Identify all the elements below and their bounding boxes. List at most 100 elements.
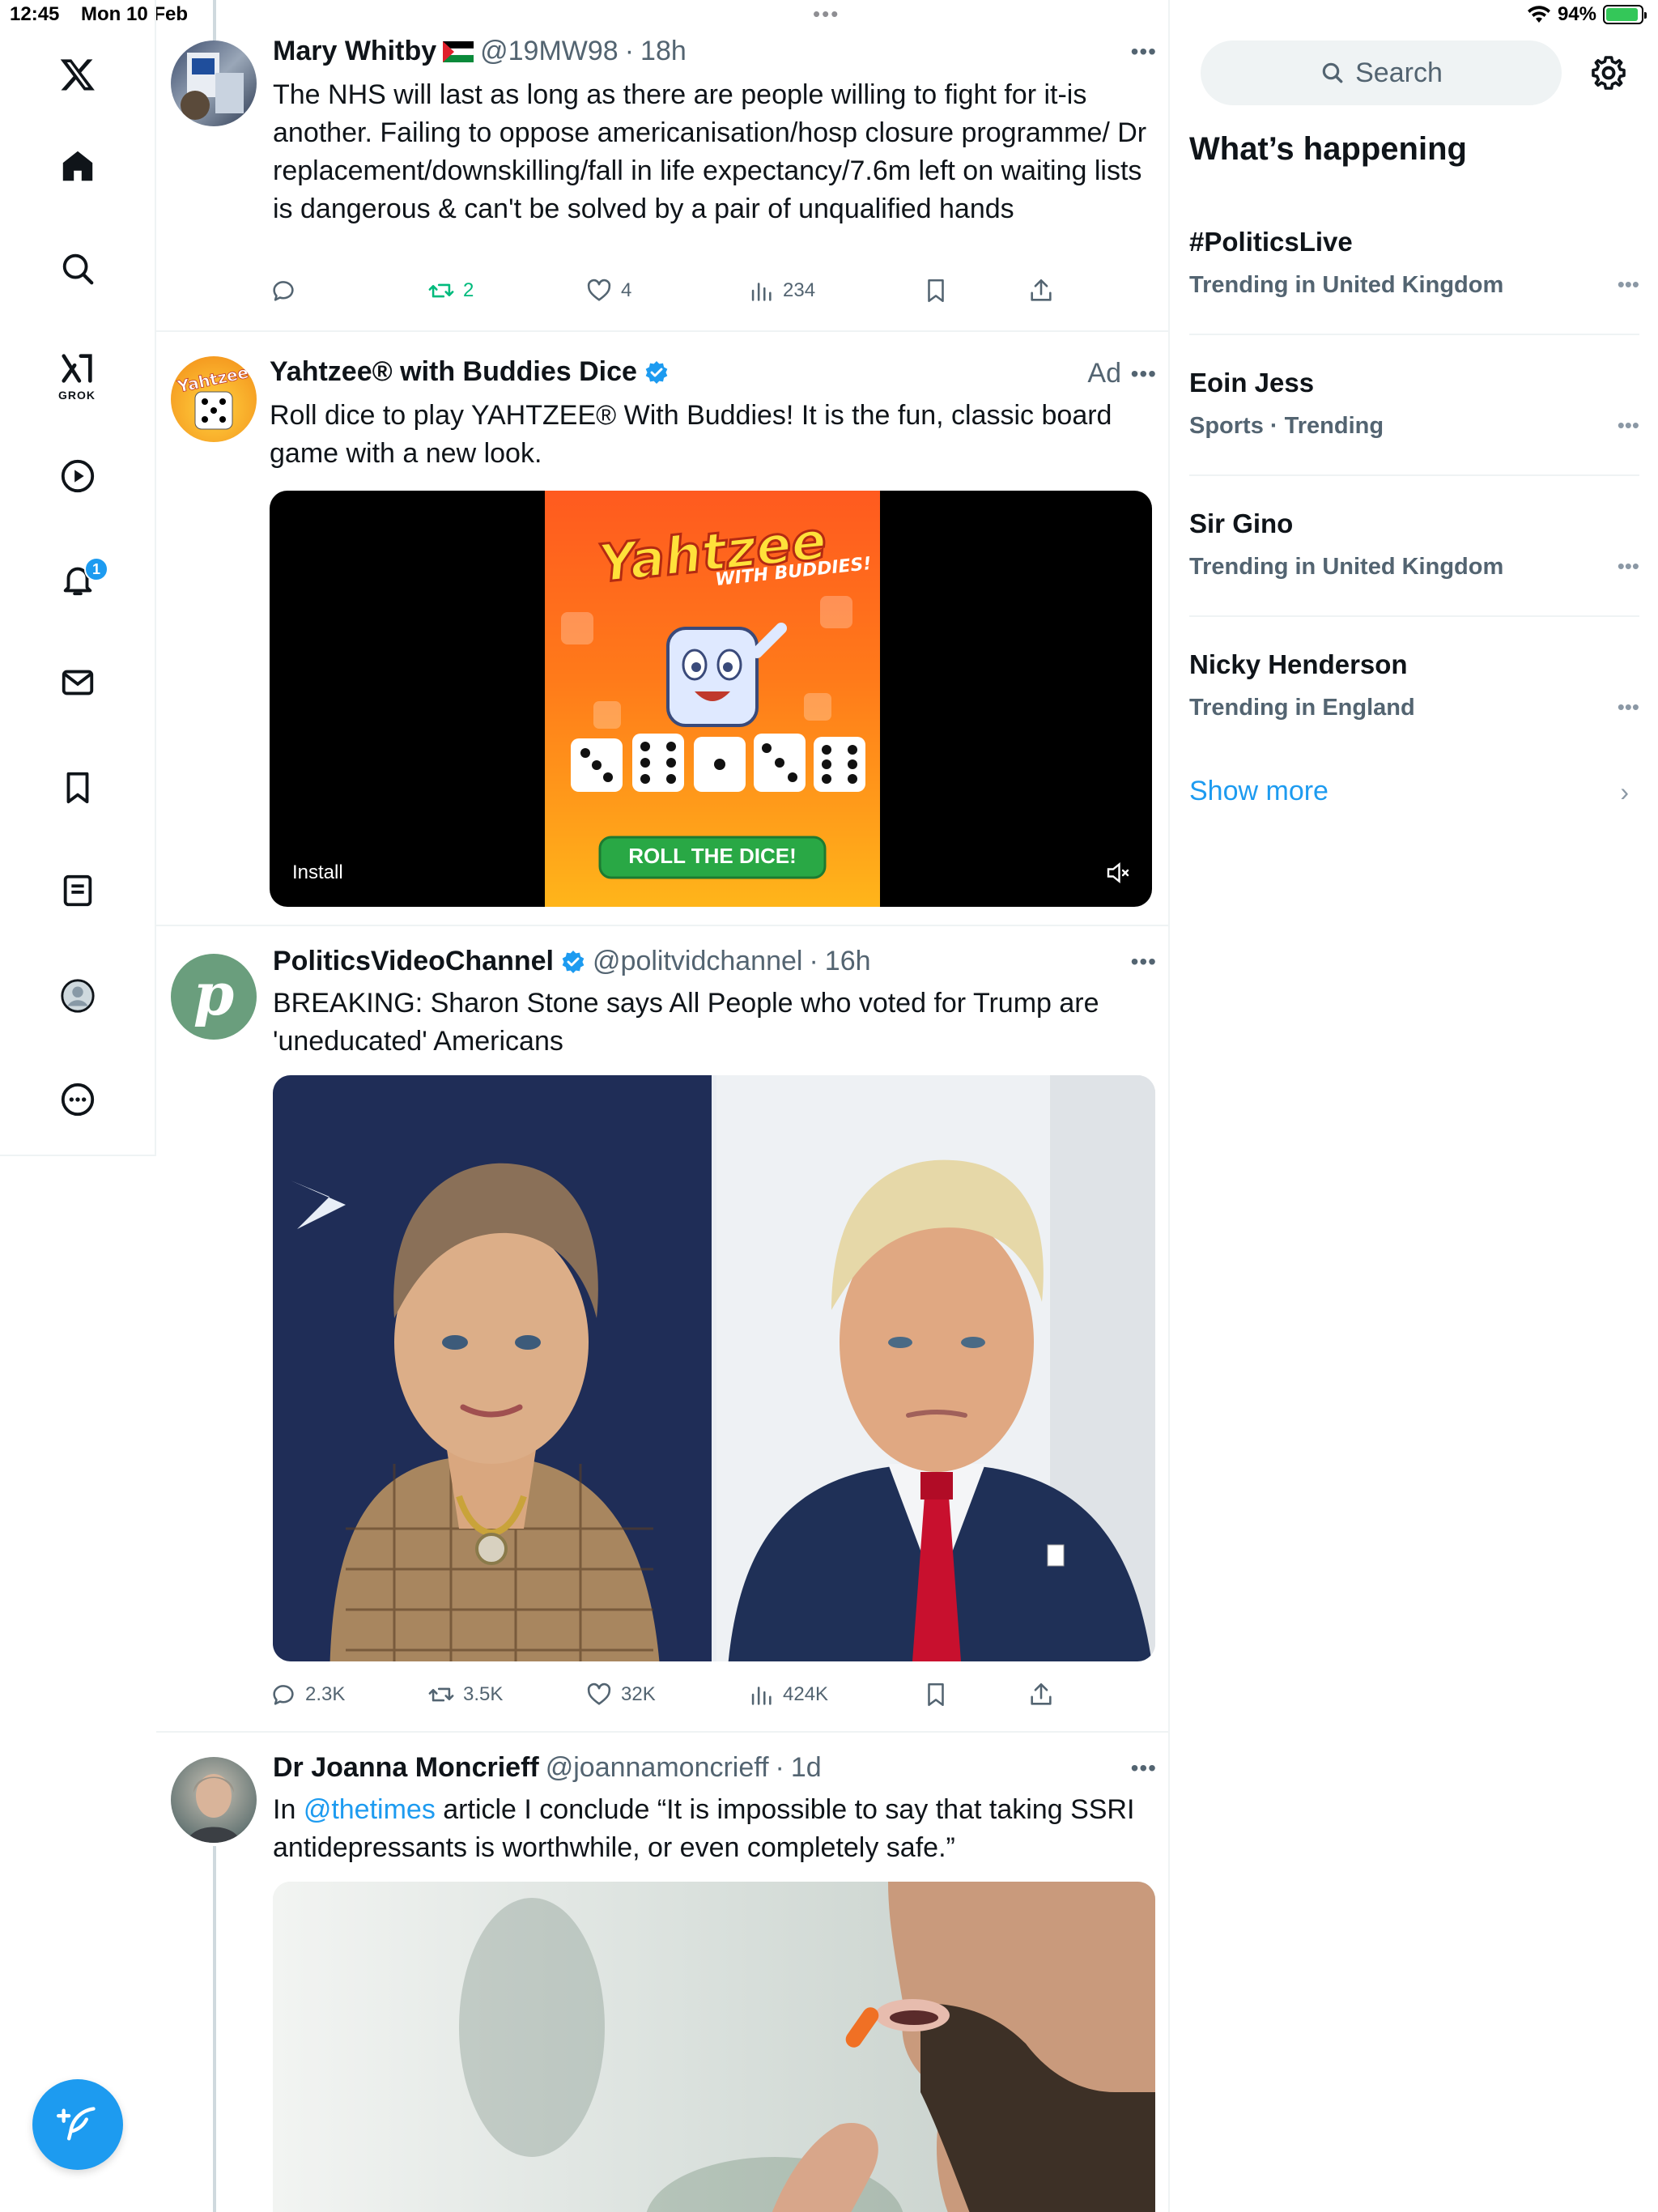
more-options-icon[interactable]: ••• <box>1131 1755 1157 1781</box>
compose-post-button[interactable] <box>32 2079 123 2170</box>
tweet[interactable]: Dr Joanna Moncrieff @joannamoncrieff · 1… <box>156 1733 1168 2212</box>
retweet-button[interactable]: 3.5K <box>427 1681 503 1708</box>
avatar[interactable]: Yahtzee <box>171 356 257 442</box>
tweet-actions: 2.3K 3.5K 32K 424K <box>270 1681 1079 1713</box>
author-handle[interactable]: @politvidchannel <box>593 946 802 977</box>
ad-tweet[interactable]: Yahtzee Yahtzee® with Buddies Dice Ad ••… <box>156 332 1168 926</box>
views-button[interactable]: 234 <box>747 277 815 304</box>
retweet-icon <box>428 283 454 298</box>
avatar[interactable] <box>171 40 257 126</box>
like-count: 32K <box>621 1683 656 1705</box>
trend-item[interactable]: Eoin Jess Sports · Trending ••• <box>1189 368 1639 476</box>
mute-icon[interactable] <box>1103 858 1133 887</box>
tweet-image[interactable] <box>273 1075 1155 1661</box>
views-button[interactable]: 424K <box>747 1681 828 1708</box>
retweet-count: 3.5K <box>463 1683 504 1705</box>
more-options-icon[interactable]: ••• <box>1131 949 1157 975</box>
trend-meta: Trending in United Kingdom <box>1189 272 1504 298</box>
bookmark-icon <box>928 1682 944 1707</box>
trend-more-icon[interactable]: ••• <box>1618 554 1639 579</box>
ad-cta-button[interactable]: ROLL THE DICE! <box>600 844 825 869</box>
avatar[interactable] <box>171 1757 257 1843</box>
ad-video[interactable]: Yahtzee WITH BUDDIES! ROLL THE DICE! Ins… <box>270 491 1152 907</box>
trend-name: Eoin Jess <box>1189 368 1315 398</box>
feather-plus-icon <box>57 2107 96 2141</box>
explore-search-icon[interactable] <box>45 236 110 301</box>
bookmarks-icon[interactable] <box>45 755 110 820</box>
thread-line <box>213 0 216 40</box>
notification-badge: 1 <box>84 557 108 581</box>
tweet-header: Yahtzee® with Buddies Dice <box>270 356 670 388</box>
chevron-right-icon[interactable]: › <box>1620 777 1629 807</box>
tweet-text: BREAKING: Sharon Stone says All People w… <box>273 988 1099 1057</box>
more-options-icon[interactable] <box>45 1067 110 1132</box>
trend-item[interactable]: #PoliticsLive Trending in United Kingdom… <box>1189 227 1639 335</box>
tweet-time[interactable]: 16h <box>825 946 871 977</box>
tweet[interactable]: p PoliticsVideoChannel @politvidchannel … <box>156 926 1168 1733</box>
tweet-text: Roll dice to play YAHTZEE® With Buddies!… <box>270 400 1112 469</box>
author-name[interactable]: PoliticsVideoChannel <box>273 946 554 977</box>
bookmark-button[interactable] <box>922 277 950 304</box>
share-button[interactable] <box>1027 277 1055 304</box>
profile-avatar-icon[interactable] <box>45 963 110 1028</box>
trend-item[interactable]: Sir Gino Trending in United Kingdom ••• <box>1189 508 1639 617</box>
tweet-time[interactable]: 1d <box>791 1752 822 1784</box>
home-icon[interactable] <box>45 134 110 198</box>
trend-more-icon[interactable]: ••• <box>1618 413 1639 438</box>
reply-button[interactable] <box>270 277 305 304</box>
heart-icon <box>587 279 611 301</box>
reply-icon <box>273 281 294 301</box>
author-name[interactable]: Mary Whitby <box>273 36 436 67</box>
tweet-text-prefix: In <box>273 1794 304 1825</box>
trend-name: Sir Gino <box>1189 508 1294 538</box>
separator-dot: · <box>624 36 635 66</box>
more-options-icon[interactable]: ••• <box>1131 361 1157 387</box>
search-placeholder: Search <box>1355 57 1443 88</box>
trend-item[interactable]: Nicky Henderson Trending in England ••• <box>1189 649 1639 758</box>
settings-gear-icon[interactable] <box>1589 53 1628 92</box>
grok-label: GROK <box>58 389 96 402</box>
tweet-header: Dr Joanna Moncrieff @joannamoncrieff · 1… <box>273 1752 822 1784</box>
like-button[interactable]: 4 <box>585 277 631 304</box>
author-name[interactable]: Yahtzee® with Buddies Dice <box>270 356 637 388</box>
avatar-logo-text: Yahtzee <box>175 363 250 397</box>
share-icon <box>1031 279 1052 301</box>
share-icon <box>1031 1682 1052 1705</box>
show-more-link[interactable]: Show more <box>1189 776 1329 807</box>
tweet-text: The NHS will last as long as there are p… <box>273 79 1147 224</box>
messages-envelope-icon[interactable] <box>45 650 110 715</box>
bookmark-icon <box>928 279 944 303</box>
retweet-button[interactable]: 2 <box>427 277 474 304</box>
bookmark-button[interactable] <box>922 1681 950 1708</box>
x-logo-icon[interactable] <box>45 42 110 107</box>
verified-badge-icon <box>562 950 585 973</box>
reply-button[interactable]: 2.3K <box>270 1681 345 1708</box>
install-link[interactable]: Install <box>292 861 343 884</box>
tweet-time[interactable]: 18h <box>640 36 687 67</box>
video-play-icon[interactable] <box>45 444 110 508</box>
timeline: Mary Whitby @19MW98 · 18h ••• The NHS wi… <box>156 0 1170 2212</box>
author-name[interactable]: Dr Joanna Moncrieff <box>273 1752 539 1784</box>
share-button[interactable] <box>1027 1681 1055 1708</box>
author-handle[interactable]: @19MW98 <box>480 36 619 67</box>
tweet-actions: 2 4 234 <box>270 277 1079 309</box>
tweet[interactable]: Mary Whitby @19MW98 · 18h ••• The NHS wi… <box>156 0 1168 332</box>
mention-link[interactable]: @thetimes <box>304 1794 436 1825</box>
trend-meta: Trending in England <box>1189 695 1415 721</box>
trend-meta: Sports · Trending <box>1189 413 1384 439</box>
trend-more-icon[interactable]: ••• <box>1618 695 1639 720</box>
author-handle[interactable]: @joannamoncrieff <box>546 1752 769 1784</box>
tweet-image[interactable] <box>273 1882 1155 2212</box>
thread-line <box>213 1846 216 2212</box>
tweet-text: In @thetimes article I conclude “It is i… <box>273 1791 1147 1867</box>
lists-icon[interactable] <box>45 858 110 923</box>
search-input[interactable]: Search <box>1201 40 1562 105</box>
left-navigation: GROK 1 <box>0 0 156 1156</box>
more-options-icon[interactable]: ••• <box>1131 39 1157 65</box>
like-button[interactable]: 32K <box>585 1681 656 1708</box>
avatar[interactable]: p <box>171 954 257 1040</box>
avatar-letter: p <box>193 959 235 1028</box>
photo-collage <box>273 1075 1155 1661</box>
trend-more-icon[interactable]: ••• <box>1618 272 1639 297</box>
retweet-icon <box>428 1687 454 1702</box>
